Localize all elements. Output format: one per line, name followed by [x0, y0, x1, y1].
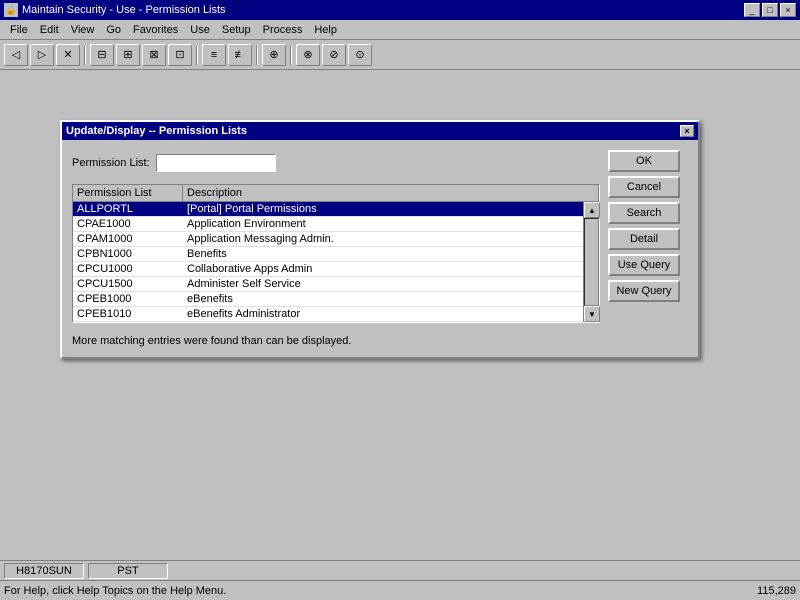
toolbar-sep-1 — [84, 45, 86, 65]
detail-button[interactable]: Detail — [608, 228, 680, 250]
title-bar-text: Maintain Security - Use - Permission Lis… — [22, 4, 226, 16]
table-header: Permission List Description — [73, 185, 599, 202]
menu-file[interactable]: File — [4, 22, 34, 38]
ok-button[interactable]: OK — [608, 150, 680, 172]
toolbar-btn-3[interactable]: ✕ — [56, 44, 80, 66]
table-row[interactable]: CPEB1000eBenefits — [73, 292, 583, 307]
table-row[interactable]: CPAE1000Application Environment — [73, 217, 583, 232]
cell-desc: Application Environment — [183, 217, 583, 231]
dialog-close-button[interactable]: × — [680, 125, 694, 137]
help-coordinates: 115,289 — [757, 585, 796, 597]
table-row[interactable]: CPAM1000Application Messaging Admin. — [73, 232, 583, 247]
toolbar-btn-9[interactable]: ≢ — [228, 44, 252, 66]
table-rows: ALLPORTL[Portal] Portal PermissionsCPAE1… — [73, 202, 583, 322]
cell-permlist: CPEB1000 — [73, 292, 183, 306]
menu-setup[interactable]: Setup — [216, 22, 257, 38]
cell-permlist: CPEB1010 — [73, 307, 183, 321]
toolbar-btn-6[interactable]: ⊠ — [142, 44, 166, 66]
dialog-title: Update/Display -- Permission Lists — [66, 125, 247, 137]
scroll-up-button[interactable]: ▲ — [584, 202, 600, 218]
toolbar-sep-2 — [196, 45, 198, 65]
menu-bar: File Edit View Go Favorites Use Setup Pr… — [0, 20, 800, 40]
table-row[interactable]: CPCU1000Collaborative Apps Admin — [73, 262, 583, 277]
scroll-track[interactable] — [584, 218, 599, 306]
toolbar-btn-1[interactable]: ◁ — [4, 44, 28, 66]
toolbar-sep-4 — [290, 45, 292, 65]
cell-permlist: CPCU1000 — [73, 262, 183, 276]
help-text: For Help, click Help Topics on the Help … — [4, 585, 226, 597]
minimize-button[interactable]: _ — [744, 3, 760, 17]
table-scrollbar[interactable]: ▲ ▼ — [583, 202, 599, 322]
toolbar-btn-12[interactable]: ⊘ — [322, 44, 346, 66]
results-table: Permission List Description ALLPORTL[Por… — [72, 184, 600, 323]
toolbar-btn-11[interactable]: ⊗ — [296, 44, 320, 66]
menu-help[interactable]: Help — [308, 22, 343, 38]
menu-edit[interactable]: Edit — [34, 22, 65, 38]
col-header-permlist: Permission List — [73, 185, 183, 201]
title-bar: 🔒 Maintain Security - Use - Permission L… — [0, 0, 800, 20]
menu-view[interactable]: View — [65, 22, 101, 38]
new-query-button[interactable]: New Query — [608, 280, 680, 302]
cell-permlist: ALLPORTL — [73, 202, 183, 216]
toolbar-sep-3 — [256, 45, 258, 65]
toolbar-btn-5[interactable]: ⊞ — [116, 44, 140, 66]
menu-use[interactable]: Use — [184, 22, 216, 38]
close-button[interactable]: × — [780, 3, 796, 17]
toolbar: ◁ ▷ ✕ ⊟ ⊞ ⊠ ⊡ ≡ ≢ ⊕ ⊗ ⊘ ⊙ — [0, 40, 800, 70]
cell-permlist: CPBN1000 — [73, 247, 183, 261]
message-text: More matching entries were found than ca… — [72, 331, 600, 347]
cell-desc: [Portal] Portal Permissions — [183, 202, 583, 216]
main-area: Update/Display -- Permission Lists × Per… — [0, 70, 800, 560]
use-query-button[interactable]: Use Query — [608, 254, 680, 276]
cancel-button[interactable]: Cancel — [608, 176, 680, 198]
cell-desc: Collaborative Apps Admin — [183, 262, 583, 276]
table-row[interactable]: CPBN1000Benefits — [73, 247, 583, 262]
cell-desc: Application Messaging Admin. — [183, 232, 583, 246]
permission-list-input[interactable] — [156, 154, 276, 172]
dialog-body: Permission List: Permission List Descrip… — [62, 140, 698, 357]
cell-desc: eBenefits — [183, 292, 583, 306]
dialog-left-panel: Permission List: Permission List Descrip… — [72, 150, 600, 347]
title-bar-controls: _ □ × — [744, 3, 796, 17]
help-bar: For Help, click Help Topics on the Help … — [0, 580, 800, 600]
maximize-button[interactable]: □ — [762, 3, 778, 17]
toolbar-btn-4[interactable]: ⊟ — [90, 44, 114, 66]
cell-permlist: CPCU1500 — [73, 277, 183, 291]
search-row: Permission List: — [72, 150, 600, 176]
cell-permlist: CPAE1000 — [73, 217, 183, 231]
dialog-content: Permission List: Permission List Descrip… — [72, 150, 688, 347]
menu-go[interactable]: Go — [100, 22, 127, 38]
toolbar-btn-13[interactable]: ⊙ — [348, 44, 372, 66]
cell-permlist: CPAM1000 — [73, 232, 183, 246]
dialog-buttons: OK Cancel Search Detail Use Query New Qu… — [608, 150, 688, 347]
cell-desc: Benefits — [183, 247, 583, 261]
status-bar: H8170SUN PST — [0, 560, 800, 580]
toolbar-btn-2[interactable]: ▷ — [30, 44, 54, 66]
timezone-status: PST — [88, 563, 168, 579]
cell-desc: eBenefits Administrator — [183, 307, 583, 321]
table-scroll-area: ALLPORTL[Portal] Portal PermissionsCPAE1… — [73, 202, 599, 322]
dialog: Update/Display -- Permission Lists × Per… — [60, 120, 700, 359]
app-icon: 🔒 — [4, 3, 18, 17]
col-header-desc: Description — [183, 185, 599, 201]
dialog-title-bar: Update/Display -- Permission Lists × — [62, 122, 698, 140]
search-label: Permission List: — [72, 157, 150, 169]
cell-desc: Administer Self Service — [183, 277, 583, 291]
toolbar-btn-10[interactable]: ⊕ — [262, 44, 286, 66]
scroll-down-button[interactable]: ▼ — [584, 306, 600, 322]
toolbar-btn-7[interactable]: ⊡ — [168, 44, 192, 66]
table-row[interactable]: CPEB1010eBenefits Administrator — [73, 307, 583, 322]
server-status: H8170SUN — [4, 563, 84, 579]
table-row[interactable]: CPCU1500Administer Self Service — [73, 277, 583, 292]
table-row[interactable]: ALLPORTL[Portal] Portal Permissions — [73, 202, 583, 217]
search-button[interactable]: Search — [608, 202, 680, 224]
menu-process[interactable]: Process — [257, 22, 309, 38]
toolbar-btn-8[interactable]: ≡ — [202, 44, 226, 66]
menu-favorites[interactable]: Favorites — [127, 22, 184, 38]
